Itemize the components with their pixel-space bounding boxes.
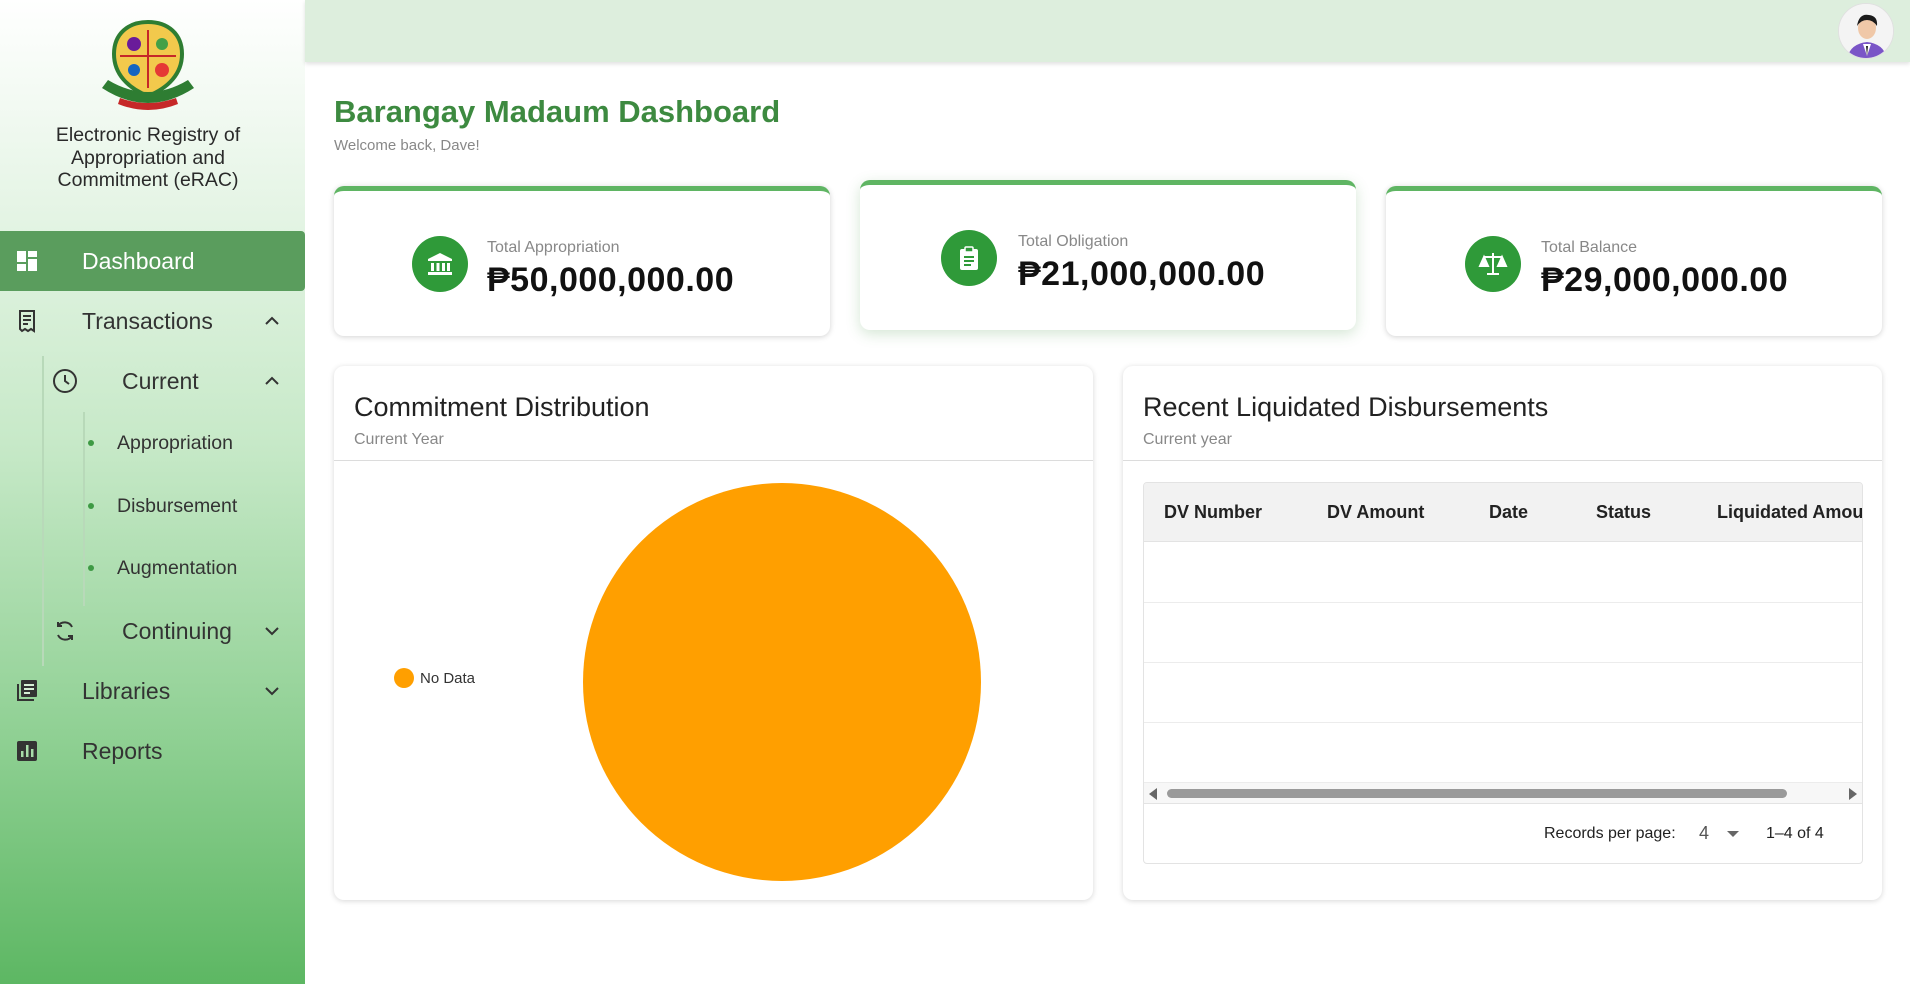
bullet-dot bbox=[88, 565, 94, 571]
table-row bbox=[1144, 663, 1862, 723]
scroll-right-icon[interactable] bbox=[1849, 788, 1857, 800]
sidebar-item-label: Appropriation bbox=[117, 431, 233, 454]
sidebar-item-reports[interactable]: Reports bbox=[0, 721, 305, 781]
page-title: Barangay Madaum Dashboard bbox=[334, 94, 781, 129]
sidebar-item-transactions[interactable]: Transactions bbox=[0, 291, 305, 351]
sidebar-item-label: Reports bbox=[82, 737, 163, 764]
stat-card-total-balance: Total Balance ₱29,000,000.00 bbox=[1386, 186, 1882, 336]
bar-chart-icon bbox=[14, 738, 40, 764]
panel-subtitle: Current year bbox=[1143, 431, 1232, 448]
city-seal-logo bbox=[96, 18, 200, 114]
column-header-dv-amount[interactable]: DV Amount bbox=[1327, 502, 1424, 523]
panel-title: Recent Liquidated Disbursements bbox=[1143, 392, 1549, 422]
legend-label: No Data bbox=[420, 669, 476, 687]
stat-label: Total Balance bbox=[1541, 239, 1638, 256]
legend-swatch bbox=[394, 668, 414, 688]
sidebar-item-current[interactable]: Current bbox=[0, 351, 305, 411]
pie-chart bbox=[583, 483, 981, 881]
panel-subtitle: Current Year bbox=[354, 431, 444, 448]
app-title: Electronic Registry of Appropriation and… bbox=[55, 124, 241, 191]
chevron-up-icon bbox=[263, 312, 281, 330]
top-bar bbox=[305, 0, 1910, 62]
table-row bbox=[1144, 723, 1862, 783]
sidebar-item-label: Current bbox=[122, 367, 199, 394]
stat-label: Total Appropriation bbox=[487, 239, 620, 256]
table-row bbox=[1144, 543, 1862, 603]
sidebar-item-label: Augmentation bbox=[117, 556, 238, 579]
records-per-page-label: Records per page: bbox=[1544, 825, 1676, 842]
bullet-dot bbox=[88, 440, 94, 446]
receipt-icon bbox=[14, 308, 40, 334]
table-footer-divider bbox=[1144, 803, 1862, 804]
stat-value: ₱29,000,000.00 bbox=[1541, 261, 1789, 299]
sidebar-item-continuing[interactable]: Continuing bbox=[0, 601, 305, 661]
scrollbar-thumb[interactable] bbox=[1167, 789, 1787, 798]
panel-divider bbox=[334, 460, 1093, 461]
pie-slice-no-data[interactable] bbox=[583, 483, 981, 881]
stat-value: ₱50,000,000.00 bbox=[487, 261, 735, 299]
stat-value: ₱21,000,000.00 bbox=[1018, 255, 1266, 293]
table-header: DV Number DV Amount Date Status Liquidat… bbox=[1144, 483, 1862, 542]
sidebar-item-libraries[interactable]: Libraries bbox=[0, 661, 305, 721]
column-header-dv-number[interactable]: DV Number bbox=[1164, 502, 1262, 523]
chevron-up-icon bbox=[263, 372, 281, 390]
sidebar-item-label: Transactions bbox=[82, 307, 213, 334]
stat-card-total-obligation: Total Obligation ₱21,000,000.00 bbox=[860, 180, 1356, 330]
sidebar-item-appropriation[interactable]: Appropriation bbox=[0, 423, 305, 463]
sidebar: Electronic Registry of Appropriation and… bbox=[0, 0, 305, 984]
disbursements-table: DV Number DV Amount Date Status Liquidat… bbox=[1143, 482, 1863, 864]
horizontal-scrollbar[interactable] bbox=[1144, 783, 1862, 803]
sidebar-item-disbursement[interactable]: Disbursement bbox=[0, 486, 305, 526]
chart-legend-item[interactable]: No Data bbox=[394, 668, 475, 688]
stat-card-total-appropriation: Total Appropriation ₱50,000,000.00 bbox=[334, 186, 830, 336]
pagination-info: 1–4 of 4 bbox=[1766, 825, 1824, 842]
column-header-liquidated-amount[interactable]: Liquidated Amou bbox=[1717, 502, 1862, 523]
stat-label: Total Obligation bbox=[1018, 233, 1129, 250]
scale-icon bbox=[1465, 236, 1521, 292]
chevron-down-icon bbox=[263, 622, 281, 640]
sidebar-item-augmentation[interactable]: Augmentation bbox=[0, 548, 305, 588]
panel-divider bbox=[1123, 460, 1882, 461]
sidebar-item-label: Libraries bbox=[82, 677, 171, 704]
commitment-distribution-panel: Commitment Distribution Current Year No … bbox=[334, 366, 1093, 900]
user-avatar[interactable] bbox=[1838, 3, 1894, 59]
welcome-text: Welcome back, Dave! bbox=[334, 137, 480, 154]
library-icon bbox=[14, 678, 40, 704]
column-header-status[interactable]: Status bbox=[1596, 502, 1651, 523]
sidebar-item-label: Continuing bbox=[122, 617, 232, 644]
sidebar-item-label: Disbursement bbox=[117, 494, 238, 517]
sidebar-item-label: Dashboard bbox=[82, 247, 195, 274]
chevron-down-icon bbox=[263, 682, 281, 700]
recent-disbursements-panel: Recent Liquidated Disbursements Current … bbox=[1123, 366, 1882, 900]
records-per-page-select[interactable]: 4 bbox=[1699, 821, 1749, 845]
table-row bbox=[1144, 603, 1862, 663]
bullet-dot bbox=[88, 503, 94, 509]
sidebar-item-dashboard[interactable]: Dashboard bbox=[0, 231, 305, 291]
column-header-date[interactable]: Date bbox=[1489, 502, 1528, 523]
clipboard-icon bbox=[941, 230, 997, 286]
bank-icon bbox=[412, 236, 468, 292]
caret-down-icon bbox=[1727, 831, 1739, 837]
records-per-page-value: 4 bbox=[1699, 823, 1710, 843]
dashboard-icon bbox=[14, 248, 40, 274]
scroll-left-icon[interactable] bbox=[1149, 788, 1157, 800]
panel-title: Commitment Distribution bbox=[354, 392, 650, 422]
sync-icon bbox=[52, 618, 78, 644]
clock-icon bbox=[52, 368, 78, 394]
